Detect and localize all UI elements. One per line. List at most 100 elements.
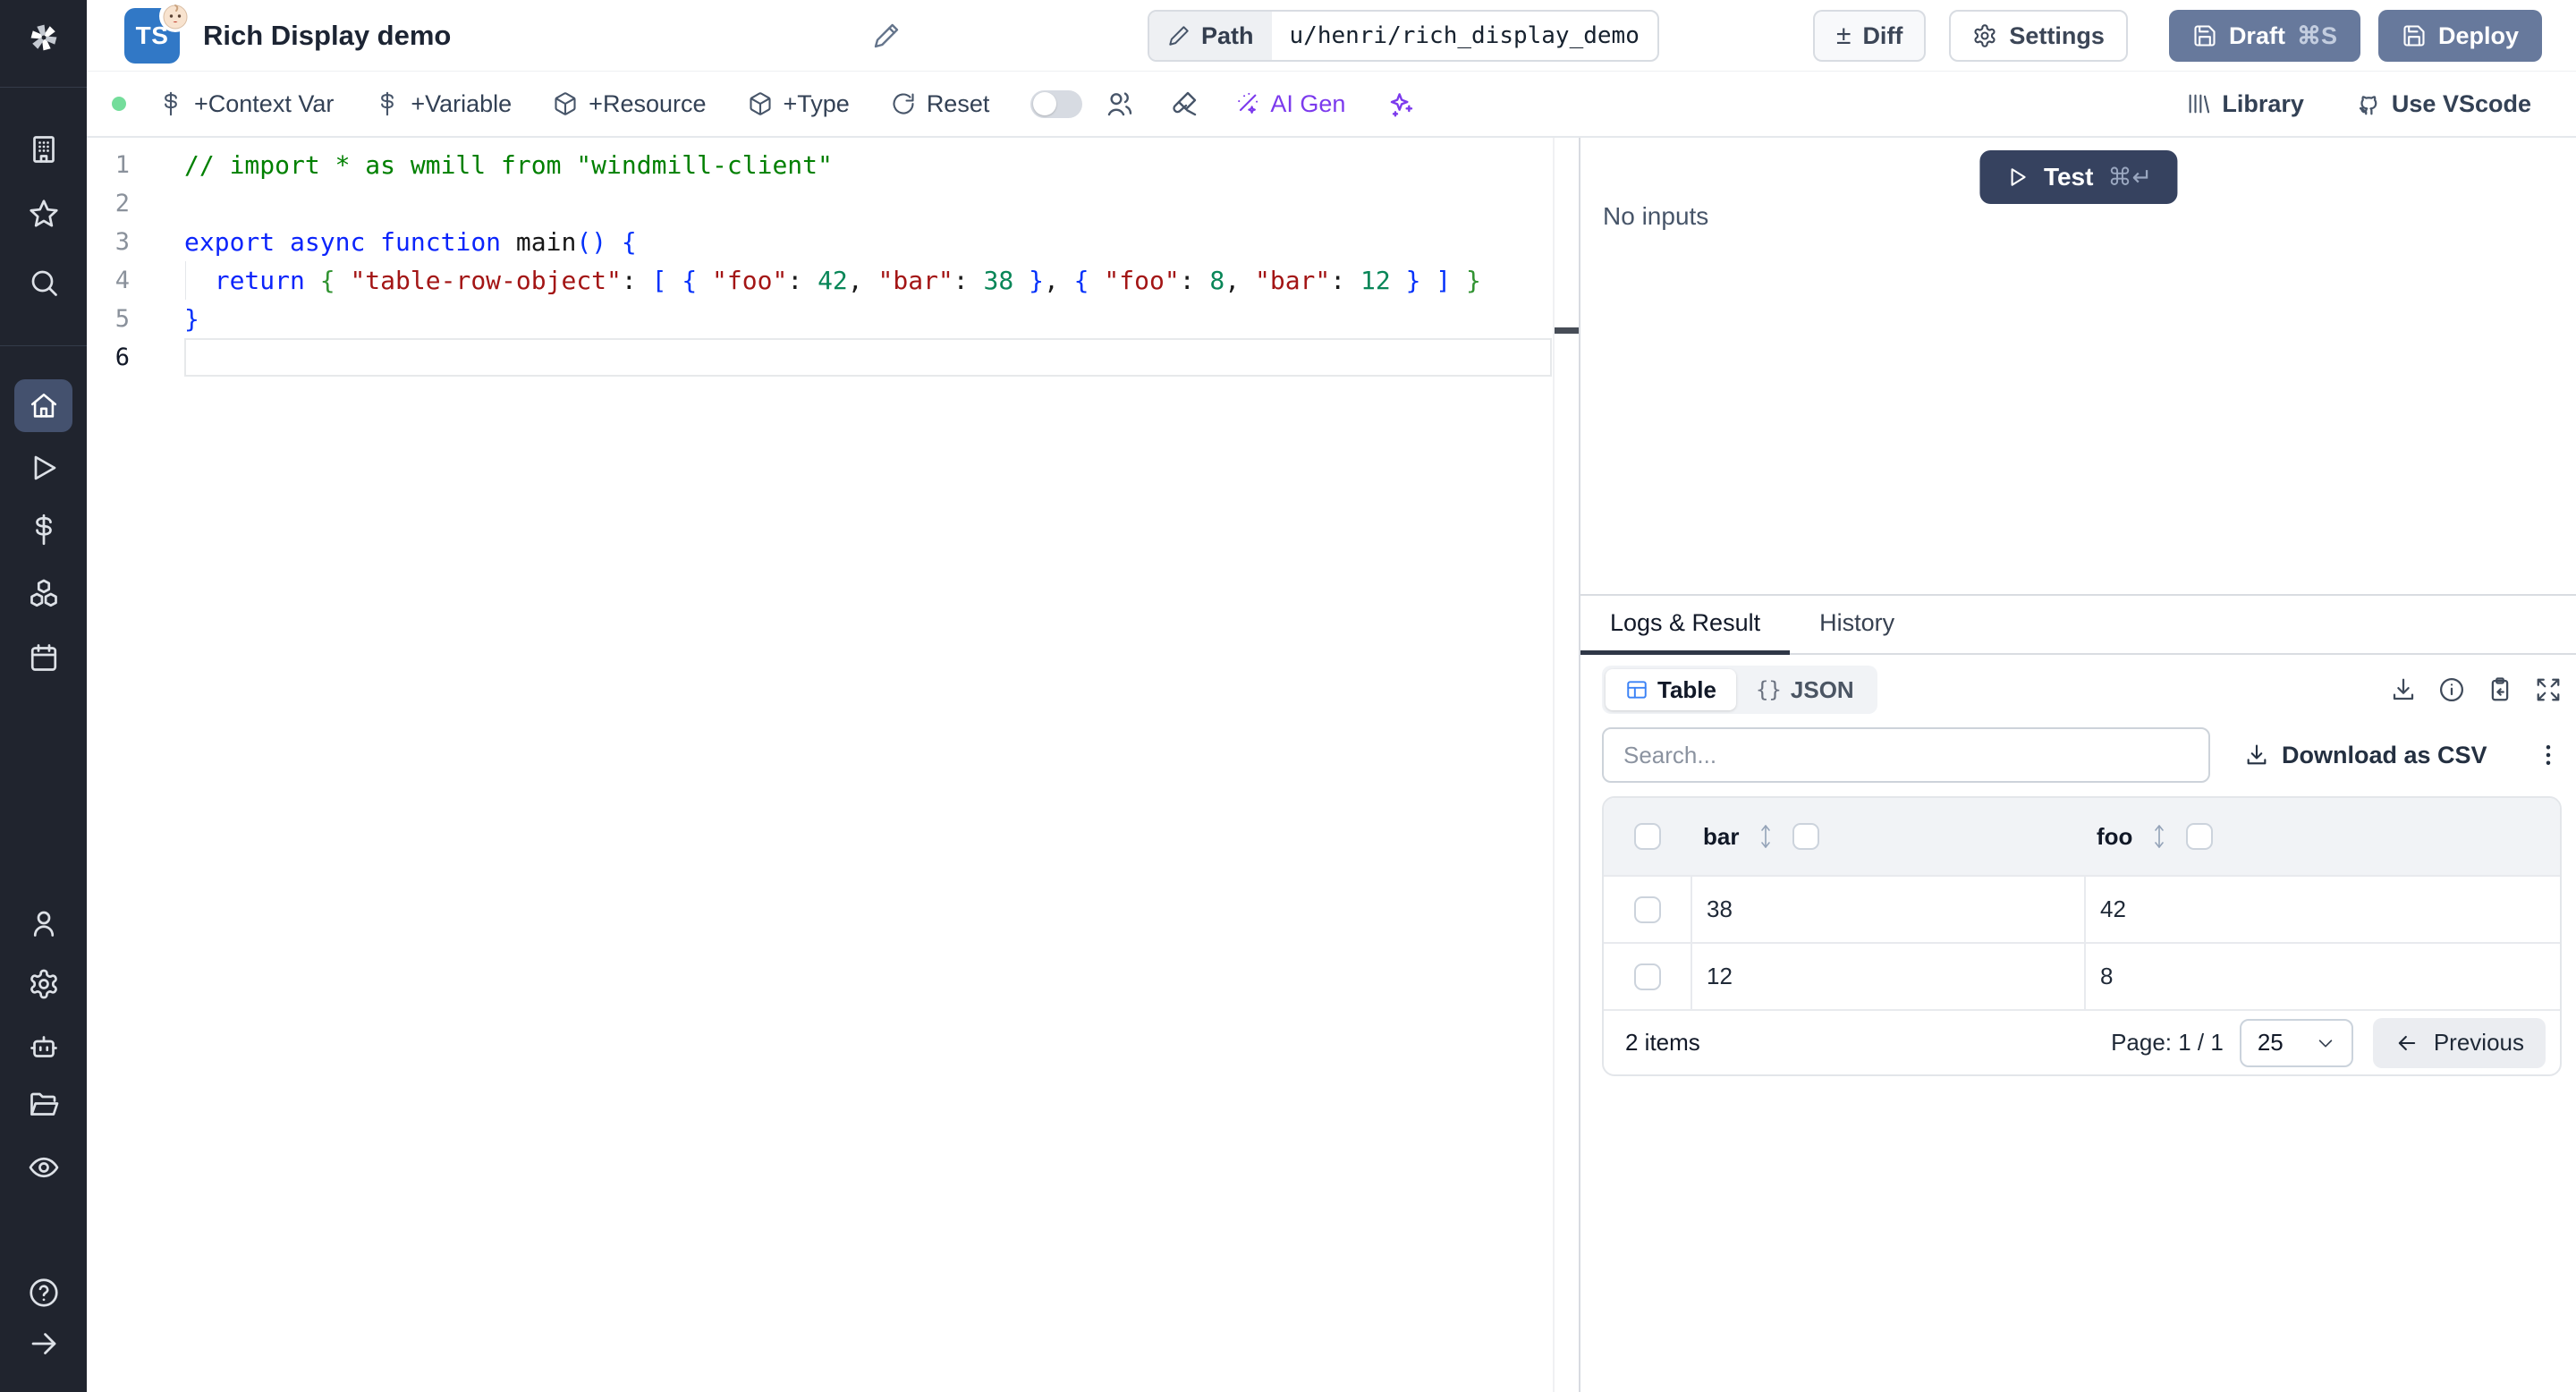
pencil-icon [1167,24,1191,47]
table-row[interactable]: 12 8 [1604,942,2560,1009]
table-options-kebab-icon[interactable] [2535,740,2562,770]
page-size-value: 25 [2257,1029,2284,1056]
row-select-cell [1604,877,1690,942]
code-line[interactable]: 4 return { "table-row-object": [ { "foo"… [87,261,1579,300]
use-vscode-button[interactable]: Use VScode [2354,90,2531,118]
page-size-select[interactable]: 25 [2239,1018,2353,1067]
expand-sidebar-arrow-icon[interactable] [28,1328,60,1360]
add-type-button[interactable]: +Type [748,90,850,118]
library-button[interactable]: Library [2186,90,2304,118]
save-icon [2402,23,2427,48]
add-resource-button[interactable]: +Resource [553,90,707,118]
multiplayer-users-icon[interactable] [1106,89,1134,118]
table-icon [1625,678,1648,701]
help-icon[interactable] [28,1277,60,1309]
code-line[interactable]: 5 } [87,300,1579,338]
sidebar-item-resources-icon[interactable] [28,578,60,610]
add-context-var-label: +Context Var [194,89,335,117]
diff-button[interactable]: ± Diff [1812,10,1927,62]
column-filter-checkbox[interactable] [2186,823,2214,850]
reset-button[interactable]: Reset [891,90,989,118]
braces-icon: {} [1755,677,1782,702]
library-label: Library [2222,89,2304,117]
test-button[interactable]: Test ⌘↵ [1979,150,2178,204]
draft-shortcut: ⌘S [2296,21,2337,49]
format-paintbrush-icon[interactable] [1170,89,1199,118]
add-context-var-button[interactable]: +Context Var [158,90,334,118]
code-text[interactable]: return { "table-row-object": [ { "foo": … [184,261,1552,300]
line-number[interactable]: 4 [87,261,184,300]
code-text[interactable] [184,184,1552,223]
download-csv-label: Download as CSV [2282,741,2487,768]
copy-to-clipboard-icon[interactable] [2487,676,2513,703]
edit-title-pencil-icon[interactable] [872,21,901,50]
sidebar-item-workers-bot-icon[interactable] [28,1031,60,1063]
code-text[interactable]: export async function main() { [184,223,1552,261]
diff-button-label: Diff [1862,21,1903,49]
download-result-icon[interactable] [2390,676,2417,703]
previous-page-button[interactable]: Previous [2372,1017,2546,1068]
search-icon[interactable] [28,267,60,299]
ai-sparkles-button[interactable] [1386,89,1415,118]
code-text[interactable]: // import * as wmill from "windmill-clie… [184,146,1552,184]
code-text[interactable] [184,338,1552,377]
editor-overview-ruler[interactable] [1553,138,1579,1392]
code-line[interactable]: 2 [87,184,1579,223]
view-option-json[interactable]: {} JSON [1736,669,1874,710]
sidebar [0,0,87,1392]
code-editor[interactable]: 1 // import * as wmill from "windmill-cl… [87,138,1579,1392]
tab-logs-result[interactable]: Logs & Result [1580,596,1791,655]
sidebar-divider [0,87,87,88]
row-checkbox[interactable] [1633,895,1661,923]
line-number[interactable]: 1 [87,146,184,184]
line-number[interactable]: 5 [87,300,184,338]
sort-icon[interactable] [1758,823,1773,850]
favorites-star-icon[interactable] [28,198,60,230]
row-checkbox[interactable] [1633,963,1661,990]
windmill-logo-icon[interactable] [28,21,60,54]
deploy-button[interactable]: Deploy [2377,10,2542,62]
sort-icon[interactable] [2152,823,2166,850]
info-icon[interactable] [2438,676,2465,703]
settings-button[interactable]: Settings [1949,10,2128,62]
tab-history[interactable]: History [1790,596,1924,655]
column-filter-checkbox[interactable] [1792,823,1820,850]
line-number[interactable]: 2 [87,184,184,223]
run-section: Test ⌘↵ No inputs [1580,138,2576,594]
path-value[interactable]: u/henri/rich_display_demo [1272,12,1657,60]
search-input[interactable] [1602,727,2210,783]
view-toggle-row: Table {} JSON [1602,666,2562,714]
previous-page-label: Previous [2433,1029,2524,1056]
code-line[interactable]: 3 export async function main() { [87,223,1579,261]
sidebar-item-audit-eye-icon[interactable] [28,1151,60,1184]
line-number[interactable]: 3 [87,223,184,261]
result-section: Logs & Result History Table {} JSON Sear… [1580,594,2576,1392]
workspace-building-icon[interactable] [28,133,60,166]
dollar-icon [158,91,183,116]
github-icon [2354,90,2381,117]
sidebar-item-variables-icon[interactable] [28,514,60,546]
toolbar-right: Library Use VScode [2136,90,2531,118]
draft-button[interactable]: Draft ⌘S [2168,10,2360,62]
expand-fullscreen-icon[interactable] [2535,676,2562,703]
code-text[interactable]: } [184,300,1552,338]
sidebar-item-runs-icon[interactable] [28,452,60,484]
view-option-table[interactable]: Table [1606,669,1736,710]
sidebar-item-schedules-icon[interactable] [28,641,60,674]
sidebar-item-home[interactable] [14,379,72,432]
code-line-current[interactable]: 6 [87,338,1579,377]
path-control[interactable]: Path u/henri/rich_display_demo [1148,10,1659,62]
sidebar-item-settings-icon[interactable] [28,968,60,1000]
ai-gen-button[interactable]: AI Gen [1234,90,1345,118]
line-number[interactable]: 6 [87,338,184,377]
table-row[interactable]: 38 42 [1604,875,2560,942]
multiplayer-toggle[interactable] [1030,89,1083,118]
download-csv-button[interactable]: Download as CSV [2244,742,2487,769]
sidebar-item-users-icon[interactable] [28,907,60,939]
test-button-label: Test [2043,163,2094,191]
sidebar-item-folders-icon[interactable] [28,1089,60,1121]
code-line[interactable]: 1 // import * as wmill from "windmill-cl… [87,146,1579,184]
add-variable-button[interactable]: +Variable [375,90,512,118]
select-all-checkbox[interactable] [1633,823,1661,850]
view-segmented-control: Table {} JSON [1602,666,1877,714]
